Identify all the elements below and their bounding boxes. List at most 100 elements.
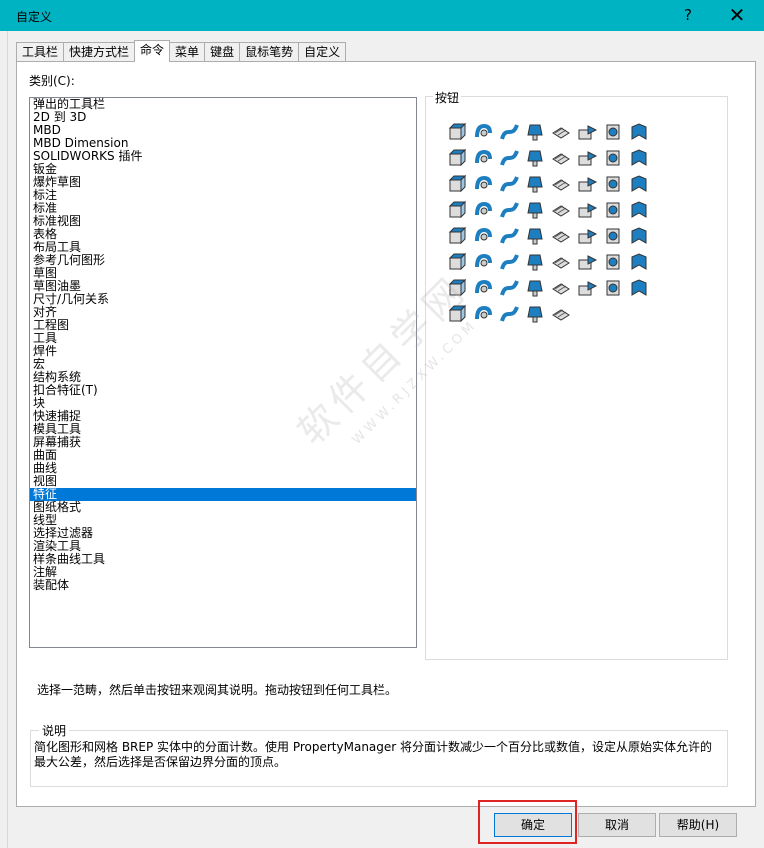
fillet-icon[interactable] [522, 145, 548, 171]
category-item[interactable]: 扣合特征(T) [30, 384, 416, 397]
tab-4[interactable]: 键盘 [204, 42, 241, 62]
rib-icon[interactable] [574, 145, 600, 171]
saved-body-icon[interactable] [600, 249, 626, 275]
surface-cut-icon[interactable] [548, 301, 574, 327]
tab-1[interactable]: 快捷方式栏 [63, 42, 136, 62]
boundary-cut-icon[interactable] [496, 145, 522, 171]
wrap-icon[interactable] [444, 171, 470, 197]
pipe-icon[interactable] [496, 301, 522, 327]
deform-icon[interactable] [522, 223, 548, 249]
extruded-boss-icon[interactable] [444, 119, 470, 145]
revolved-boss-icon[interactable] [470, 119, 496, 145]
category-item[interactable]: 屏幕捕获 [30, 436, 416, 449]
category-item[interactable]: 工程图 [30, 319, 416, 332]
category-item[interactable]: 装配体 [30, 579, 416, 592]
category-item[interactable]: 2D 到 3D [30, 111, 416, 124]
close-icon[interactable]: ✕ [724, 4, 750, 26]
imported-icon[interactable] [496, 249, 522, 275]
sketch-pattern-icon[interactable] [574, 223, 600, 249]
thicken-icon[interactable] [522, 197, 548, 223]
variable-fillet-icon[interactable] [626, 171, 652, 197]
table-pattern-icon[interactable] [444, 249, 470, 275]
combine-icon[interactable] [548, 197, 574, 223]
base-flange-icon[interactable] [522, 249, 548, 275]
shell-icon[interactable] [626, 145, 652, 171]
tab-5[interactable]: 鼠标笔势 [239, 42, 300, 62]
cosmetic-thread-icon[interactable] [470, 275, 496, 301]
chamfer-icon[interactable] [600, 171, 626, 197]
cancel-button[interactable]: 取消 [578, 813, 656, 837]
swept-boss-icon[interactable] [496, 119, 522, 145]
category-item[interactable]: 对齐 [30, 306, 416, 319]
check-icon[interactable] [626, 275, 652, 301]
circular-pattern-icon[interactable] [444, 197, 470, 223]
category-item[interactable]: 曲面 [30, 449, 416, 462]
sweep-path-icon[interactable] [574, 249, 600, 275]
mirror-icon[interactable] [496, 171, 522, 197]
category-item[interactable]: 图纸格式 [30, 501, 416, 514]
category-item[interactable]: 标准 [30, 202, 416, 215]
category-item[interactable]: 工具 [30, 332, 416, 345]
reference-geometry-icon[interactable] [522, 171, 548, 197]
cavity-icon[interactable] [548, 223, 574, 249]
tab-3[interactable]: 菜单 [169, 42, 206, 62]
edit-body-icon[interactable] [522, 275, 548, 301]
solid-body-icon[interactable] [522, 301, 548, 327]
swept-cut-icon[interactable] [444, 145, 470, 171]
category-item[interactable]: 焊件 [30, 345, 416, 358]
bodies-icon[interactable] [548, 275, 574, 301]
category-item[interactable]: 快速捕捉 [30, 410, 416, 423]
category-item[interactable]: 注解 [30, 566, 416, 579]
simplify-icon[interactable] [470, 301, 496, 327]
flex-icon[interactable] [496, 223, 522, 249]
tab-6[interactable]: 自定义 [298, 42, 347, 62]
category-item[interactable]: 特征 [30, 488, 416, 501]
category-list[interactable]: 弹出的工具栏 2D 到 3D MBD MBD Dimension SOLIDWORKS … [29, 97, 417, 648]
move-copy-icon[interactable] [600, 197, 626, 223]
category-item[interactable]: 参考几何图形 [30, 254, 416, 267]
instant3d-icon[interactable] [574, 171, 600, 197]
fill-pattern-icon[interactable] [600, 223, 626, 249]
delete-face-icon[interactable] [626, 197, 652, 223]
split-icon[interactable] [574, 197, 600, 223]
category-item[interactable]: 弹出的工具栏 [30, 98, 416, 111]
category-item[interactable]: 标准视图 [30, 215, 416, 228]
category-item[interactable]: 标注 [30, 189, 416, 202]
hole-wizard-icon[interactable] [600, 119, 626, 145]
category-item[interactable]: 表格 [30, 228, 416, 241]
category-item[interactable]: 爆炸草图 [30, 176, 416, 189]
category-item[interactable]: 视图 [30, 475, 416, 488]
tab-2[interactable]: 命令 [134, 40, 171, 62]
help-button[interactable]: 帮助(H) [659, 813, 737, 837]
category-item[interactable]: 样条曲线工具 [30, 553, 416, 566]
help-icon[interactable]: ? [678, 4, 698, 26]
draft-icon[interactable] [600, 145, 626, 171]
dome-icon[interactable] [470, 171, 496, 197]
scale-icon[interactable] [496, 197, 522, 223]
category-item[interactable]: 模具工具 [30, 423, 416, 436]
split-line-icon[interactable] [626, 249, 652, 275]
category-item[interactable]: 钣金 [30, 163, 416, 176]
linear-pattern-icon[interactable] [548, 145, 574, 171]
category-item[interactable]: 块 [30, 397, 416, 410]
lofted-cut-icon[interactable] [470, 145, 496, 171]
category-item[interactable]: SOLIDWORKS 插件 [30, 150, 416, 163]
mold-icon[interactable] [444, 275, 470, 301]
freeform-icon[interactable] [444, 223, 470, 249]
curve-pattern-icon[interactable] [626, 223, 652, 249]
defeature-icon[interactable] [600, 275, 626, 301]
tab-0[interactable]: 工具栏 [16, 42, 65, 62]
wrap-text-icon[interactable] [548, 249, 574, 275]
tolerance-icon[interactable] [496, 275, 522, 301]
curves-icon[interactable] [548, 171, 574, 197]
category-item[interactable]: 草图 [30, 267, 416, 280]
indent-icon[interactable] [470, 223, 496, 249]
boundary-boss-icon[interactable] [548, 119, 574, 145]
category-item[interactable]: 选择过滤器 [30, 527, 416, 540]
revolved-cut-icon[interactable] [626, 119, 652, 145]
break-icon[interactable] [574, 275, 600, 301]
mirror-body-icon[interactable] [470, 249, 496, 275]
lofted-boss-icon[interactable] [522, 119, 548, 145]
category-item[interactable]: 尺寸/几何关系 [30, 293, 416, 306]
category-item[interactable]: 曲线 [30, 462, 416, 475]
